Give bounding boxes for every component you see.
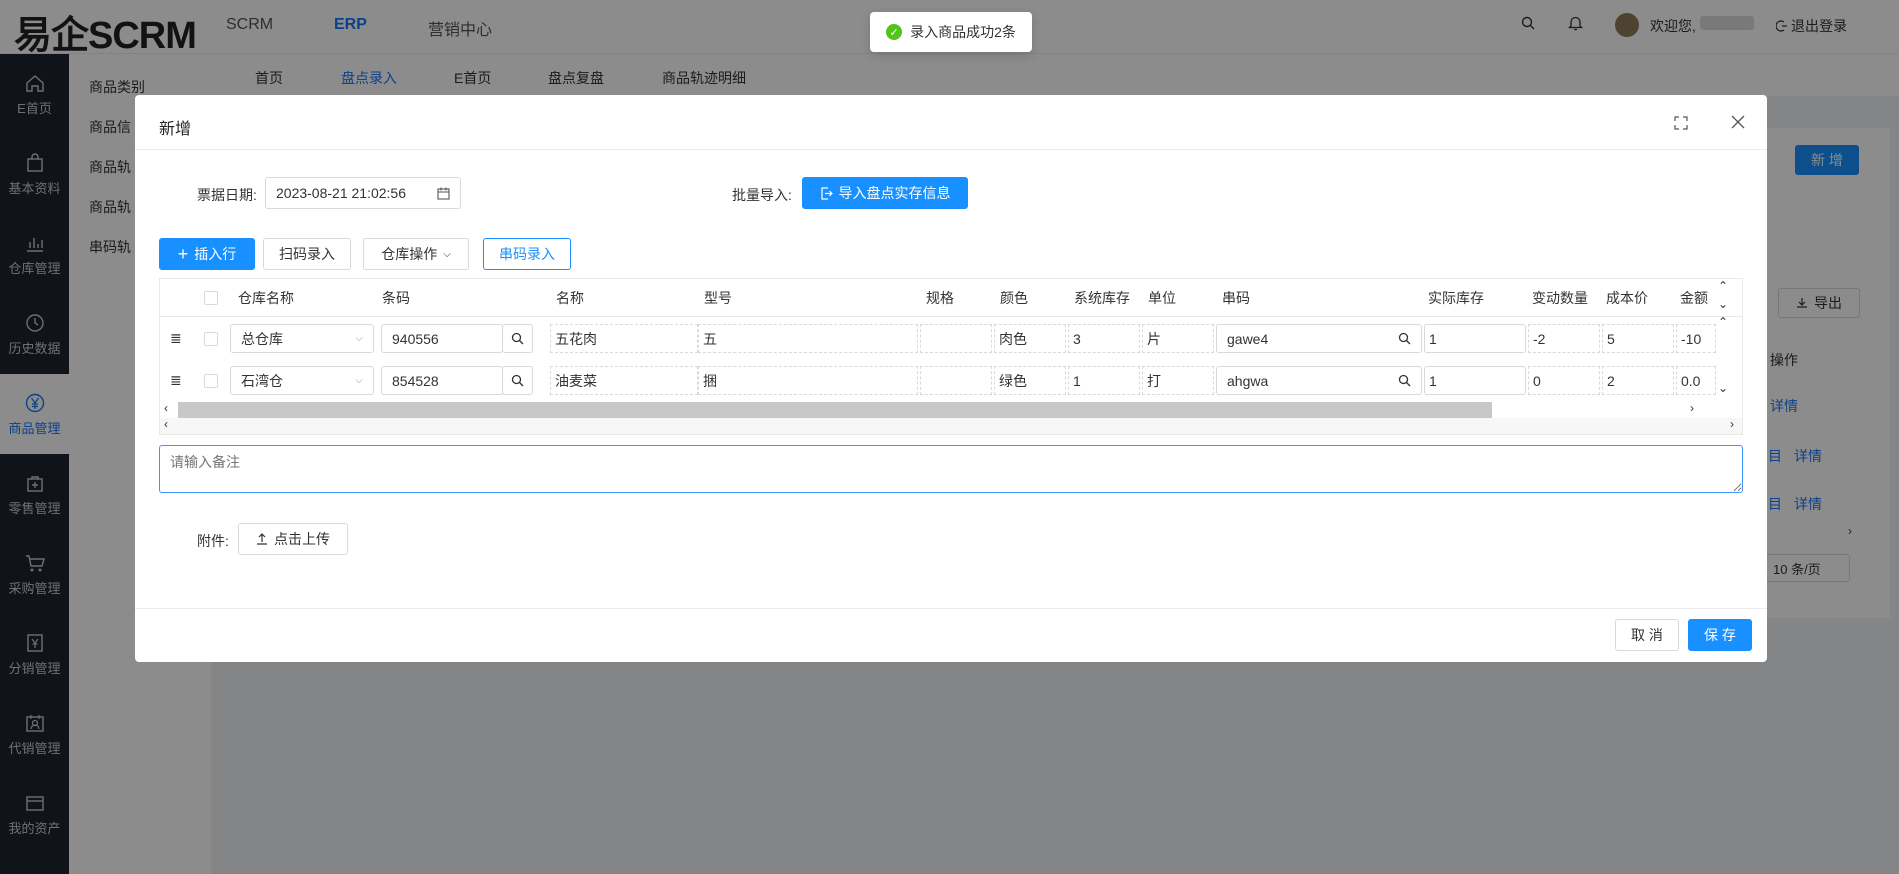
date-label: 票据日期: — [197, 187, 257, 203]
search-icon[interactable] — [1398, 374, 1411, 387]
scroll-left-icon[interactable]: ‹ — [164, 401, 168, 415]
col-name: 名称 — [556, 290, 584, 306]
check-circle-icon: ✓ — [886, 24, 903, 40]
serial-value: ahgwa — [1227, 372, 1269, 389]
upload-icon — [257, 533, 267, 545]
unit-cell: 片 — [1142, 324, 1214, 353]
attachment-label: 附件: — [197, 533, 229, 549]
warehouse-ops-dropdown[interactable]: 仓库操作 ⌵ — [363, 238, 469, 270]
col-change-qty: 变动数量 — [1532, 290, 1588, 306]
scroll-right-icon[interactable]: › — [1730, 417, 1734, 431]
cost-cell: 2 — [1602, 366, 1674, 395]
search-icon[interactable] — [502, 324, 533, 353]
search-icon[interactable] — [1398, 332, 1411, 345]
search-icon[interactable] — [502, 366, 533, 395]
change-qty-cell: 0 — [1528, 366, 1600, 395]
divider — [135, 149, 1767, 150]
save-button[interactable]: 保 存 — [1688, 619, 1752, 651]
remark-textarea[interactable] — [159, 445, 1743, 493]
barcode-input[interactable]: 940556 — [381, 324, 503, 353]
spec-cell — [920, 324, 992, 353]
color-cell: 肉色 — [994, 324, 1066, 353]
barcode-input[interactable]: 854528 — [381, 366, 503, 395]
cancel-button[interactable]: 取 消 — [1615, 619, 1679, 651]
serial-input[interactable]: gawe4 — [1216, 324, 1422, 353]
dialog-title: 新增 — [159, 121, 192, 138]
cost-cell: 5 — [1602, 324, 1674, 353]
date-picker[interactable]: 2023-08-21 21:02:56 — [265, 177, 461, 209]
spec-cell — [920, 366, 992, 395]
row-checkbox[interactable] — [204, 374, 218, 388]
import-icon — [820, 186, 833, 200]
scroll-down-icon[interactable]: ⌄ — [1718, 381, 1728, 395]
insert-row-label: 插入行 — [194, 246, 237, 262]
col-amount: 金额 — [1680, 290, 1708, 306]
calendar-icon — [437, 187, 450, 200]
date-value: 2023-08-21 21:02:56 — [276, 185, 406, 201]
col-serial: 串码 — [1222, 290, 1250, 306]
serial-input[interactable]: ahgwa — [1216, 366, 1422, 395]
col-system-stock: 系统库存 — [1074, 290, 1130, 306]
serial-entry-button[interactable]: 串码录入 — [483, 238, 571, 270]
name-cell: 五花肉 — [550, 324, 698, 353]
drag-handle-icon[interactable]: ≣ — [170, 330, 182, 347]
model-cell: 五 — [698, 324, 918, 353]
col-unit: 单位 — [1148, 290, 1176, 306]
row-checkbox[interactable] — [204, 332, 218, 346]
insert-row-button[interactable]: + 插入行 — [159, 238, 255, 270]
chevron-down-icon: ⌵ — [355, 333, 363, 344]
scroll-right-icon[interactable]: › — [1690, 401, 1694, 415]
system-stock-cell: 1 — [1068, 366, 1140, 395]
warehouse-ops-label: 仓库操作 — [381, 246, 438, 262]
batch-import-label: 批量导入: — [732, 187, 792, 203]
col-warehouse: 仓库名称 — [238, 290, 294, 306]
import-stock-button[interactable]: 导入盘点实存信息 — [802, 177, 968, 209]
warehouse-value: 石湾仓 — [241, 372, 283, 389]
divider — [135, 608, 1767, 609]
success-toast: ✓ 录入商品成功2条 — [870, 12, 1032, 52]
close-icon[interactable] — [1731, 115, 1745, 132]
col-spec: 规格 — [926, 290, 954, 306]
fullscreen-icon[interactable] — [1674, 116, 1688, 133]
amount-cell: 0.0 — [1676, 366, 1716, 395]
col-model: 型号 — [704, 290, 732, 306]
outer-scroll-track[interactable] — [160, 418, 1742, 434]
scan-entry-button[interactable]: 扫码录入 — [263, 238, 351, 270]
change-qty-cell: -2 — [1528, 324, 1600, 353]
scroll-up-icon[interactable]: ⌃ — [1718, 315, 1728, 329]
system-stock-cell: 3 — [1068, 324, 1140, 353]
model-cell: 捆 — [698, 366, 918, 395]
col-cost: 成本价 — [1606, 290, 1648, 306]
actual-stock-input[interactable]: 1 — [1424, 324, 1526, 353]
col-color: 颜色 — [1000, 290, 1028, 306]
scroll-left-icon[interactable]: ‹ — [164, 417, 168, 431]
warehouse-select[interactable]: 总仓库 ⌵ — [230, 324, 374, 353]
scroll-up-icon[interactable]: ⌃ — [1718, 279, 1728, 293]
unit-cell: 打 — [1142, 366, 1214, 395]
scroll-down-icon[interactable]: ⌄ — [1718, 297, 1728, 311]
col-barcode: 条码 — [382, 290, 410, 306]
upload-label: 点击上传 — [274, 531, 330, 547]
import-label: 导入盘点实存信息 — [838, 185, 951, 201]
serial-value: gawe4 — [1227, 330, 1269, 347]
amount-cell: -10 — [1676, 324, 1716, 353]
actual-stock-input[interactable]: 1 — [1424, 366, 1526, 395]
warehouse-value: 总仓库 — [241, 330, 283, 347]
name-cell: 油麦菜 — [550, 366, 698, 395]
toast-text: 录入商品成功2条 — [910, 24, 1016, 40]
chevron-down-icon: ⌵ — [443, 248, 451, 260]
horizontal-scrollbar[interactable] — [178, 402, 1492, 418]
plus-icon: + — [177, 244, 189, 264]
drag-handle-icon[interactable]: ≣ — [170, 372, 182, 389]
warehouse-select[interactable]: 石湾仓 ⌵ — [230, 366, 374, 395]
stock-table: 仓库名称 条码 名称 型号 规格 颜色 系统库存 单位 串码 实际库存 变动数量… — [159, 278, 1743, 435]
add-dialog: 新增 票据日期: 2023-08-21 21:02:56 批量导入: 导入盘点实… — [135, 95, 1767, 662]
col-actual-stock: 实际库存 — [1428, 290, 1484, 306]
color-cell: 绿色 — [994, 366, 1066, 395]
chevron-down-icon: ⌵ — [355, 375, 363, 386]
select-all-checkbox[interactable] — [204, 291, 218, 305]
upload-button[interactable]: 点击上传 — [238, 523, 348, 555]
